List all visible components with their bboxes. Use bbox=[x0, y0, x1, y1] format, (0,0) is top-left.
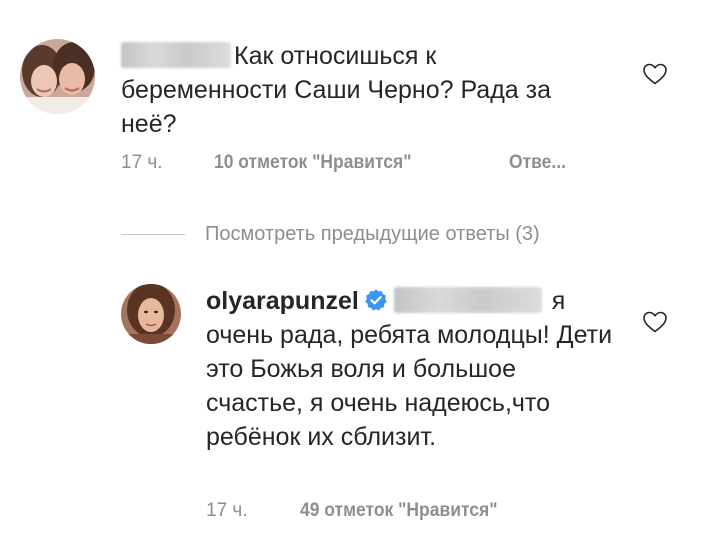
comment-2-likes[interactable]: 49 отметок "Нравится" bbox=[300, 500, 497, 522]
comment-1-time[interactable]: 17 ч. bbox=[121, 152, 163, 174]
heart-icon[interactable] bbox=[642, 310, 668, 334]
divider-line bbox=[121, 233, 185, 235]
avatar-olyarapunzel[interactable] bbox=[121, 284, 181, 344]
verified-badge-icon bbox=[365, 289, 387, 311]
avatar-commenter[interactable] bbox=[20, 39, 95, 114]
comment-2-text: olyarapunzel я очень рада, ребята молодц… bbox=[206, 284, 616, 454]
comment-1-likes[interactable]: 10 отметок "Нравится" bbox=[214, 152, 411, 174]
view-previous-replies-label[interactable]: Посмотреть предыдущие ответы (3) bbox=[205, 223, 540, 246]
comment-1-reply-button[interactable]: Отве... bbox=[509, 152, 566, 174]
comment-2-mention-tail: я bbox=[551, 287, 566, 315]
comment-1-meta: 17 ч. 10 отметок "Нравится" Отве... bbox=[121, 152, 566, 174]
heart-icon[interactable] bbox=[642, 62, 668, 86]
comment-2-body: очень рада, ребята молодцы! Дети это Бож… bbox=[206, 321, 613, 451]
username-olyarapunzel[interactable]: olyarapunzel bbox=[206, 287, 359, 315]
comment-2-meta: 17 ч. 49 отметок "Нравится" bbox=[206, 500, 497, 522]
view-previous-replies[interactable]: Посмотреть предыдущие ответы (3) bbox=[121, 221, 540, 247]
blurred-username[interactable] bbox=[121, 42, 231, 68]
blurred-mention[interactable] bbox=[393, 287, 542, 313]
comment-1-text: Как относишься к беременности Саши Черно… bbox=[121, 39, 551, 141]
comment-2-time[interactable]: 17 ч. bbox=[206, 500, 248, 522]
